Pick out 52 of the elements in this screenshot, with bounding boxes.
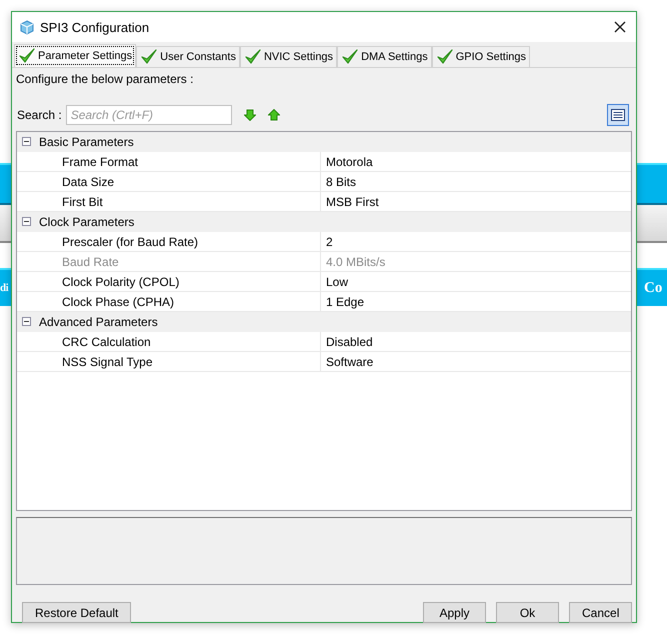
collapse-icon[interactable] (22, 317, 31, 326)
parameter-name: Prescaler (for Baud Rate) (62, 234, 198, 248)
parameter-name: Clock Phase (CPHA) (62, 294, 174, 308)
parameter-name: Clock Polarity (CPOL) (62, 274, 180, 288)
parameter-value[interactable]: Disabled (326, 334, 373, 348)
dialog-button[interactable]: Apply (423, 602, 486, 623)
group-header: Clock Parameters (39, 214, 134, 228)
parameter-value[interactable]: MSB First (326, 194, 379, 208)
collapse-icon[interactable] (22, 217, 31, 226)
check-icon (341, 48, 360, 66)
check-icon (436, 48, 454, 66)
close-icon[interactable] (612, 19, 628, 35)
settings-tab[interactable]: GPIO Settings (432, 46, 530, 67)
background-label: di (0, 268, 11, 306)
arrow-down-icon[interactable] (244, 109, 256, 121)
search-field[interactable]: Search (Crtl+F) (66, 105, 232, 125)
parameter-name: Data Size (62, 174, 114, 188)
search-label: Search : (17, 108, 62, 122)
parameter-value[interactable]: 2 (326, 234, 333, 248)
window-title: SPI3 Configuration (40, 20, 150, 34)
banner-bar (0, 163, 11, 205)
dialog-button[interactable]: Ok (496, 602, 559, 623)
settings-tab[interactable]: DMA Settings (337, 46, 432, 67)
list-view-button[interactable] (607, 104, 629, 126)
check-icon (140, 48, 158, 66)
dialog-button[interactable]: Cancel (569, 602, 632, 623)
banner-bar (637, 163, 667, 205)
group-header: Advanced Parameters (39, 314, 158, 328)
parameter-value[interactable]: 1 Edge (326, 294, 364, 308)
collapse-icon[interactable] (22, 137, 31, 146)
parameter-value[interactable]: Motorola (326, 154, 373, 168)
background-label: Co (637, 268, 667, 306)
parameter-name: Frame Format (62, 154, 138, 168)
instruction-text: Configure the below parameters : (16, 71, 194, 88)
parameter-value[interactable]: 8 Bits (326, 174, 356, 188)
group-header: Basic Parameters (39, 134, 134, 148)
settings-tab[interactable]: Parameter Settings (14, 44, 136, 67)
check-icon (18, 47, 36, 65)
parameter-name: First Bit (62, 194, 103, 208)
check-icon (244, 48, 262, 66)
parameter-value[interactable]: Low (326, 274, 348, 288)
restore-button[interactable]: Restore Default (22, 602, 132, 623)
list-icon (611, 109, 625, 121)
parameter-name: CRC Calculation (62, 334, 151, 348)
arrow-up-icon[interactable] (268, 109, 280, 121)
parameter-name: NSS Signal Type (62, 354, 152, 368)
settings-tab[interactable]: NVIC Settings (240, 46, 338, 67)
settings-tab[interactable]: User Constants (136, 46, 240, 67)
parameter-value[interactable]: Software (326, 354, 374, 368)
parameter-name: Baud Rate (62, 254, 119, 268)
parameter-value: 4.0 MBits/s (326, 254, 386, 268)
cube-icon (20, 20, 34, 34)
